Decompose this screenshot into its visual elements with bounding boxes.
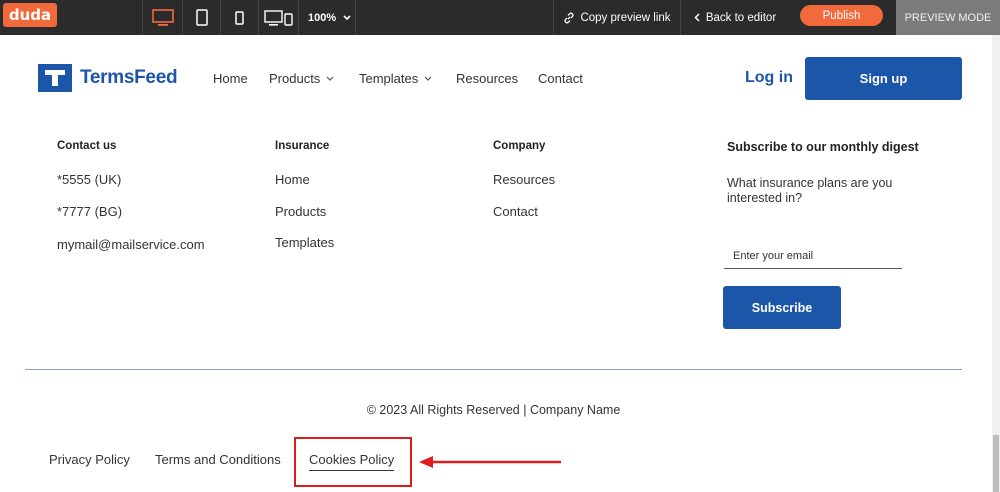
- tablet-view-button[interactable]: [182, 0, 220, 35]
- chevron-left-icon: [694, 13, 700, 22]
- chevron-down-icon: [424, 76, 432, 81]
- nav-products-label: Products: [269, 71, 321, 86]
- tablet-icon: [195, 9, 208, 26]
- zoom-select[interactable]: 100%: [298, 0, 356, 35]
- mobile-icon: [235, 10, 244, 25]
- copy-preview-link-button[interactable]: Copy preview link: [553, 0, 681, 35]
- back-to-editor-button[interactable]: Back to editor: [681, 0, 789, 35]
- footer-link-templates[interactable]: Templates: [275, 235, 334, 250]
- nav-home-label: Home: [213, 71, 248, 86]
- preview-mode-label: PREVIEW MODE: [896, 0, 1000, 35]
- signup-button[interactable]: Sign up: [805, 57, 962, 100]
- copy-preview-link-label: Copy preview link: [580, 11, 671, 24]
- subscribe-title: Subscribe to our monthly digest: [727, 140, 919, 154]
- privacy-policy-link[interactable]: Privacy Policy: [49, 452, 130, 467]
- duda-logo: duda: [3, 3, 57, 27]
- chevron-down-icon: [326, 76, 334, 81]
- nav-contact-label: Contact: [538, 71, 583, 86]
- termsfeed-logo-icon: [38, 64, 72, 92]
- login-link[interactable]: Log in: [745, 69, 793, 87]
- desktop-icon: [151, 8, 174, 26]
- footer-link-contact[interactable]: Contact: [493, 204, 538, 219]
- nav-templates-label: Templates: [359, 71, 419, 86]
- footer-divider: [25, 369, 962, 370]
- scrollbar-thumb[interactable]: [993, 435, 999, 492]
- insurance-column-title: Insurance: [275, 140, 330, 152]
- contact-phone-bg[interactable]: *7777 (BG): [57, 204, 122, 219]
- subscribe-question: What insurance plans are you interested …: [727, 176, 893, 205]
- nav-products[interactable]: Products: [269, 71, 334, 86]
- link-icon: [564, 12, 574, 23]
- duda-toolbar: duda 100% Copy preview link Back to edit…: [0, 0, 1000, 35]
- nav-resources-label: Resources: [456, 71, 519, 86]
- nav-contact[interactable]: Contact: [538, 71, 583, 86]
- desktop-view-button[interactable]: [142, 0, 182, 35]
- footer-link-products[interactable]: Products: [275, 204, 326, 219]
- publish-button[interactable]: Publish: [800, 5, 883, 26]
- multi-device-view-button[interactable]: [258, 0, 298, 35]
- arrow-left-icon: [419, 456, 561, 468]
- copyright-text: © 2023 All Rights Reserved | Company Nam…: [366, 403, 621, 417]
- brand-name: TermsFeed: [80, 67, 178, 88]
- company-column-title: Company: [493, 140, 546, 152]
- contact-email[interactable]: mymail@mailservice.com: [57, 237, 205, 252]
- footer-link-resources[interactable]: Resources: [493, 172, 555, 187]
- nav-templates[interactable]: Templates: [359, 71, 432, 86]
- nav-resources[interactable]: Resources: [456, 71, 518, 86]
- subscribe-button[interactable]: Subscribe: [723, 286, 841, 329]
- multi-device-icon: [263, 9, 293, 26]
- nav-home[interactable]: Home: [213, 71, 248, 86]
- mobile-view-button[interactable]: [220, 0, 258, 35]
- contact-phone-uk[interactable]: *5555 (UK): [57, 172, 121, 187]
- email-input[interactable]: [724, 244, 902, 269]
- cookies-policy-link[interactable]: Cookies Policy: [309, 452, 395, 471]
- contact-column-title: Contact us: [57, 140, 117, 152]
- footer-link-home[interactable]: Home: [275, 172, 310, 187]
- terms-and-conditions-link[interactable]: Terms and Conditions: [155, 452, 281, 467]
- zoom-value: 100%: [308, 11, 337, 24]
- chevron-down-icon: [343, 14, 351, 20]
- back-to-editor-label: Back to editor: [705, 11, 777, 24]
- termsfeed-logo[interactable]: TermsFeed: [38, 64, 178, 92]
- scrollbar-track[interactable]: [992, 35, 1000, 492]
